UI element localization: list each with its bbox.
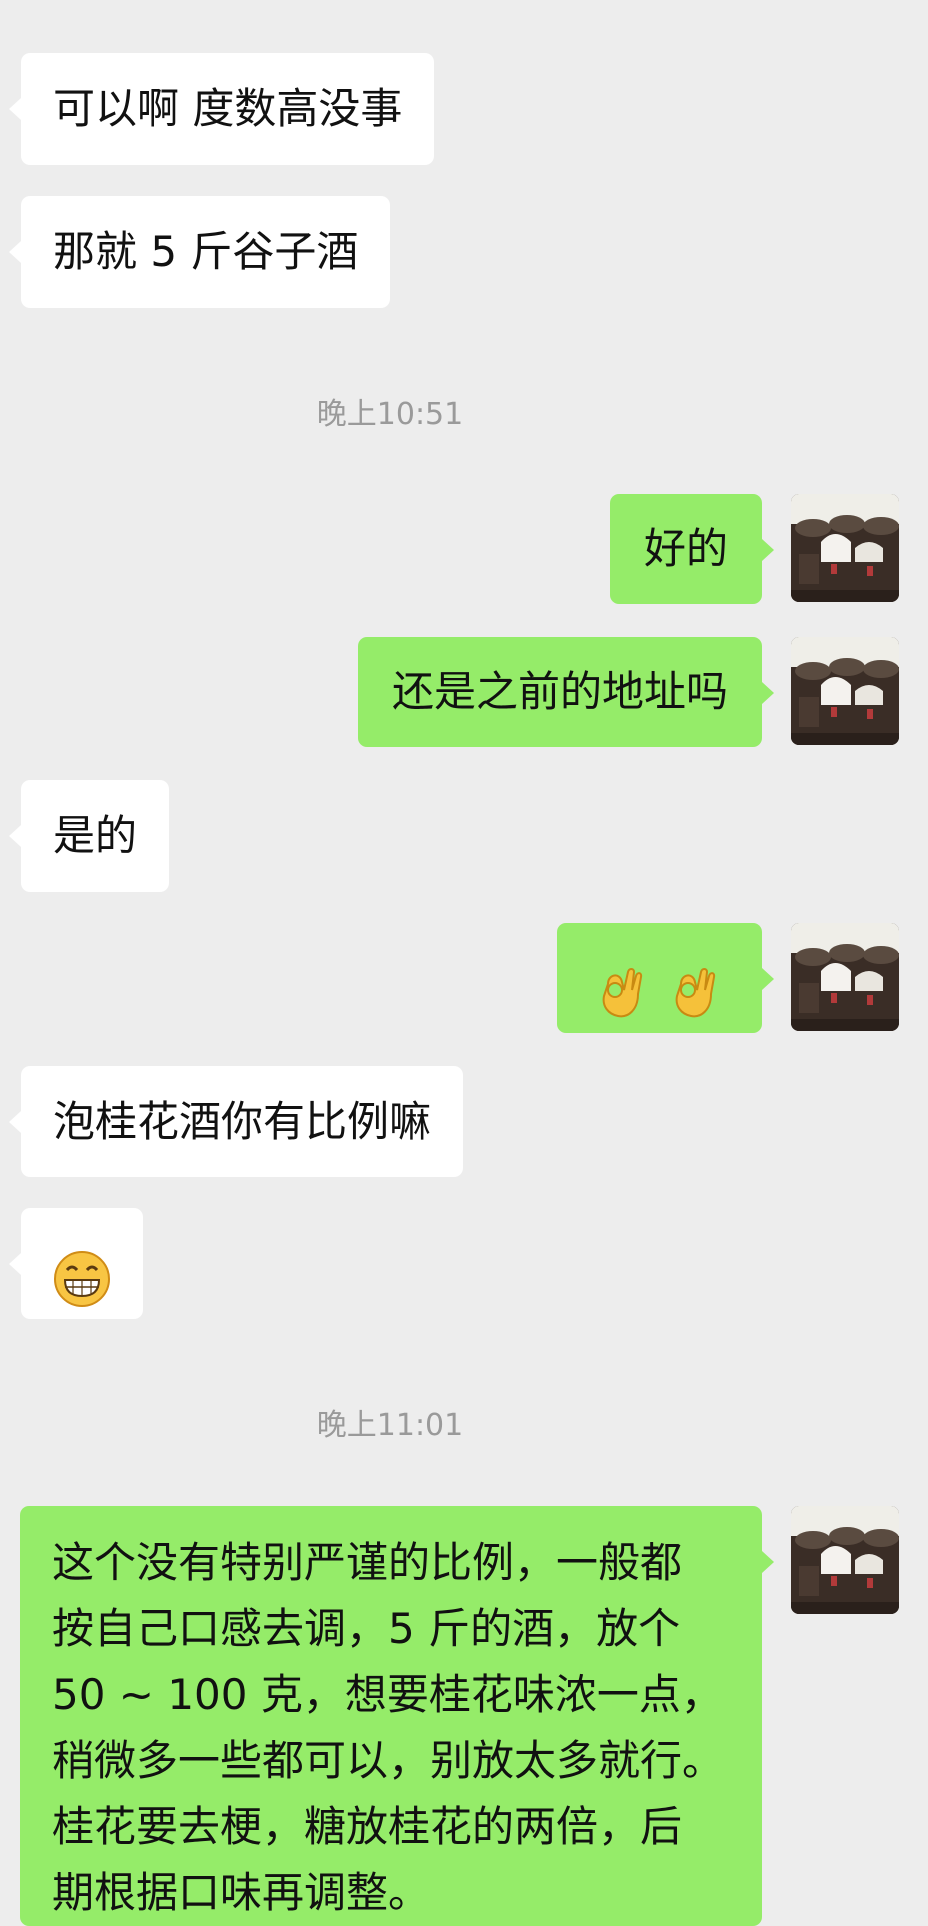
message-text: 可以啊 度数高没事 bbox=[53, 84, 403, 133]
timestamp: 晚上11:01 bbox=[316, 1408, 464, 1443]
message-line: 期根据口味再调整。 bbox=[52, 1868, 431, 1917]
ok-hand-icon bbox=[598, 953, 648, 1017]
message-line: 50 ~ 100 克，想要桂花味浓一点， bbox=[52, 1670, 723, 1719]
ok-hand-icon bbox=[671, 953, 721, 1017]
incoming-message[interactable]: 可以啊 度数高没事 bbox=[8, 53, 435, 165]
message-line: 稍微多一些都可以，别放太多就行。 bbox=[52, 1736, 725, 1785]
chat-conversation[interactable]: 可以啊 度数高没事 那就 5 斤谷子酒 晚上10:51 好的 还是之前的地址吗 bbox=[0, 0, 928, 1926]
outgoing-message[interactable]: 这个没有特别严谨的比例，一般都 按自己口感去调，5 斤的酒，放个 50 ~ 10… bbox=[20, 1506, 774, 1926]
message-text: 那就 5 斤谷子酒 bbox=[53, 227, 359, 276]
avatar[interactable] bbox=[791, 494, 899, 602]
timestamp: 晚上10:51 bbox=[316, 397, 464, 432]
message-text: 泡桂花酒你有比例嘛 bbox=[53, 1097, 432, 1146]
message-line: 桂花要去梗，糖放桂花的两倍，后 bbox=[52, 1802, 683, 1851]
incoming-message[interactable]: 泡桂花酒你有比例嘛 bbox=[8, 1066, 464, 1177]
wine-jars-avatar-image bbox=[791, 494, 899, 602]
wine-jars-avatar-image bbox=[791, 923, 899, 1031]
avatar[interactable] bbox=[791, 637, 899, 745]
incoming-message[interactable] bbox=[9, 1208, 143, 1319]
outgoing-message[interactable]: 还是之前的地址吗 bbox=[357, 637, 775, 747]
message-line: 这个没有特别严谨的比例，一般都 bbox=[52, 1538, 683, 1587]
incoming-message[interactable]: 是的 bbox=[8, 780, 170, 892]
wine-jars-avatar-image bbox=[791, 1506, 899, 1614]
incoming-message[interactable]: 那就 5 斤谷子酒 bbox=[8, 196, 391, 308]
wine-jars-avatar-image bbox=[791, 637, 899, 745]
avatar[interactable] bbox=[791, 923, 899, 1031]
message-text: 还是之前的地址吗 bbox=[391, 667, 728, 716]
message-line: 按自己口感去调，5 斤的酒，放个 bbox=[52, 1604, 681, 1653]
message-text: 好的 bbox=[643, 524, 728, 573]
outgoing-message[interactable]: 好的 bbox=[609, 494, 775, 604]
avatar[interactable] bbox=[791, 1506, 899, 1614]
outgoing-message[interactable] bbox=[556, 923, 775, 1033]
message-text: 是的 bbox=[53, 811, 138, 860]
grinning-face-icon bbox=[53, 1238, 111, 1307]
